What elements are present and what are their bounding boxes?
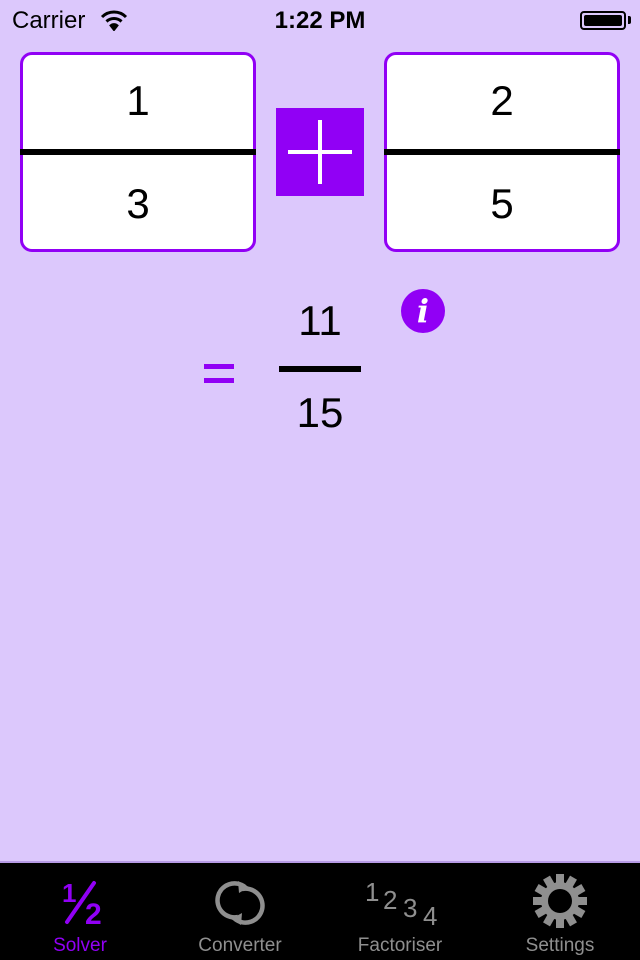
operator-button[interactable]	[276, 108, 364, 196]
fraction-b-denominator-field[interactable]: 5	[387, 180, 617, 228]
tab-label: Settings	[525, 935, 595, 956]
fraction-a-denominator-field[interactable]: 3	[23, 180, 253, 228]
status-bar: Carrier 1:22 PM	[0, 0, 640, 40]
tab-label: Solver	[53, 935, 107, 956]
fraction-b-bar	[384, 149, 620, 155]
tab-settings[interactable]: Settings	[480, 863, 640, 960]
info-button[interactable]: i	[401, 289, 445, 333]
tab-label: Converter	[198, 935, 282, 956]
status-time: 1:22 PM	[274, 7, 366, 34]
battery-fill	[584, 15, 622, 26]
fraction-b-box: 2 5	[384, 52, 620, 252]
result-numerator: 11	[298, 297, 342, 344]
equals-sign	[204, 362, 234, 384]
half-fraction-icon: 1 2	[62, 878, 102, 931]
fraction-a-bar	[20, 149, 256, 155]
fraction-a-box: 1 3	[20, 52, 256, 252]
converter-icon	[215, 881, 265, 925]
fraction-a-numerator-field[interactable]: 1	[23, 77, 253, 125]
fraction-b-numerator-field[interactable]: 2	[387, 77, 617, 125]
tab-converter[interactable]: Converter	[160, 863, 320, 960]
tab-bar: 1 2 Solver Converter 1 2 3 4 Factoriser	[0, 861, 640, 960]
tab-factoriser[interactable]: 1 2 3 4 Factoriser	[320, 863, 480, 960]
tab-label: Factoriser	[357, 935, 443, 956]
gear-icon	[533, 874, 587, 928]
battery-icon	[580, 11, 626, 30]
result-bar	[279, 366, 361, 372]
factoriser-icon: 1 2 3 4	[365, 877, 438, 931]
tab-solver[interactable]: 1 2 Solver	[0, 863, 160, 960]
result-denominator: 15	[296, 389, 344, 436]
battery-tip	[628, 16, 631, 24]
info-icon: i	[416, 292, 430, 330]
